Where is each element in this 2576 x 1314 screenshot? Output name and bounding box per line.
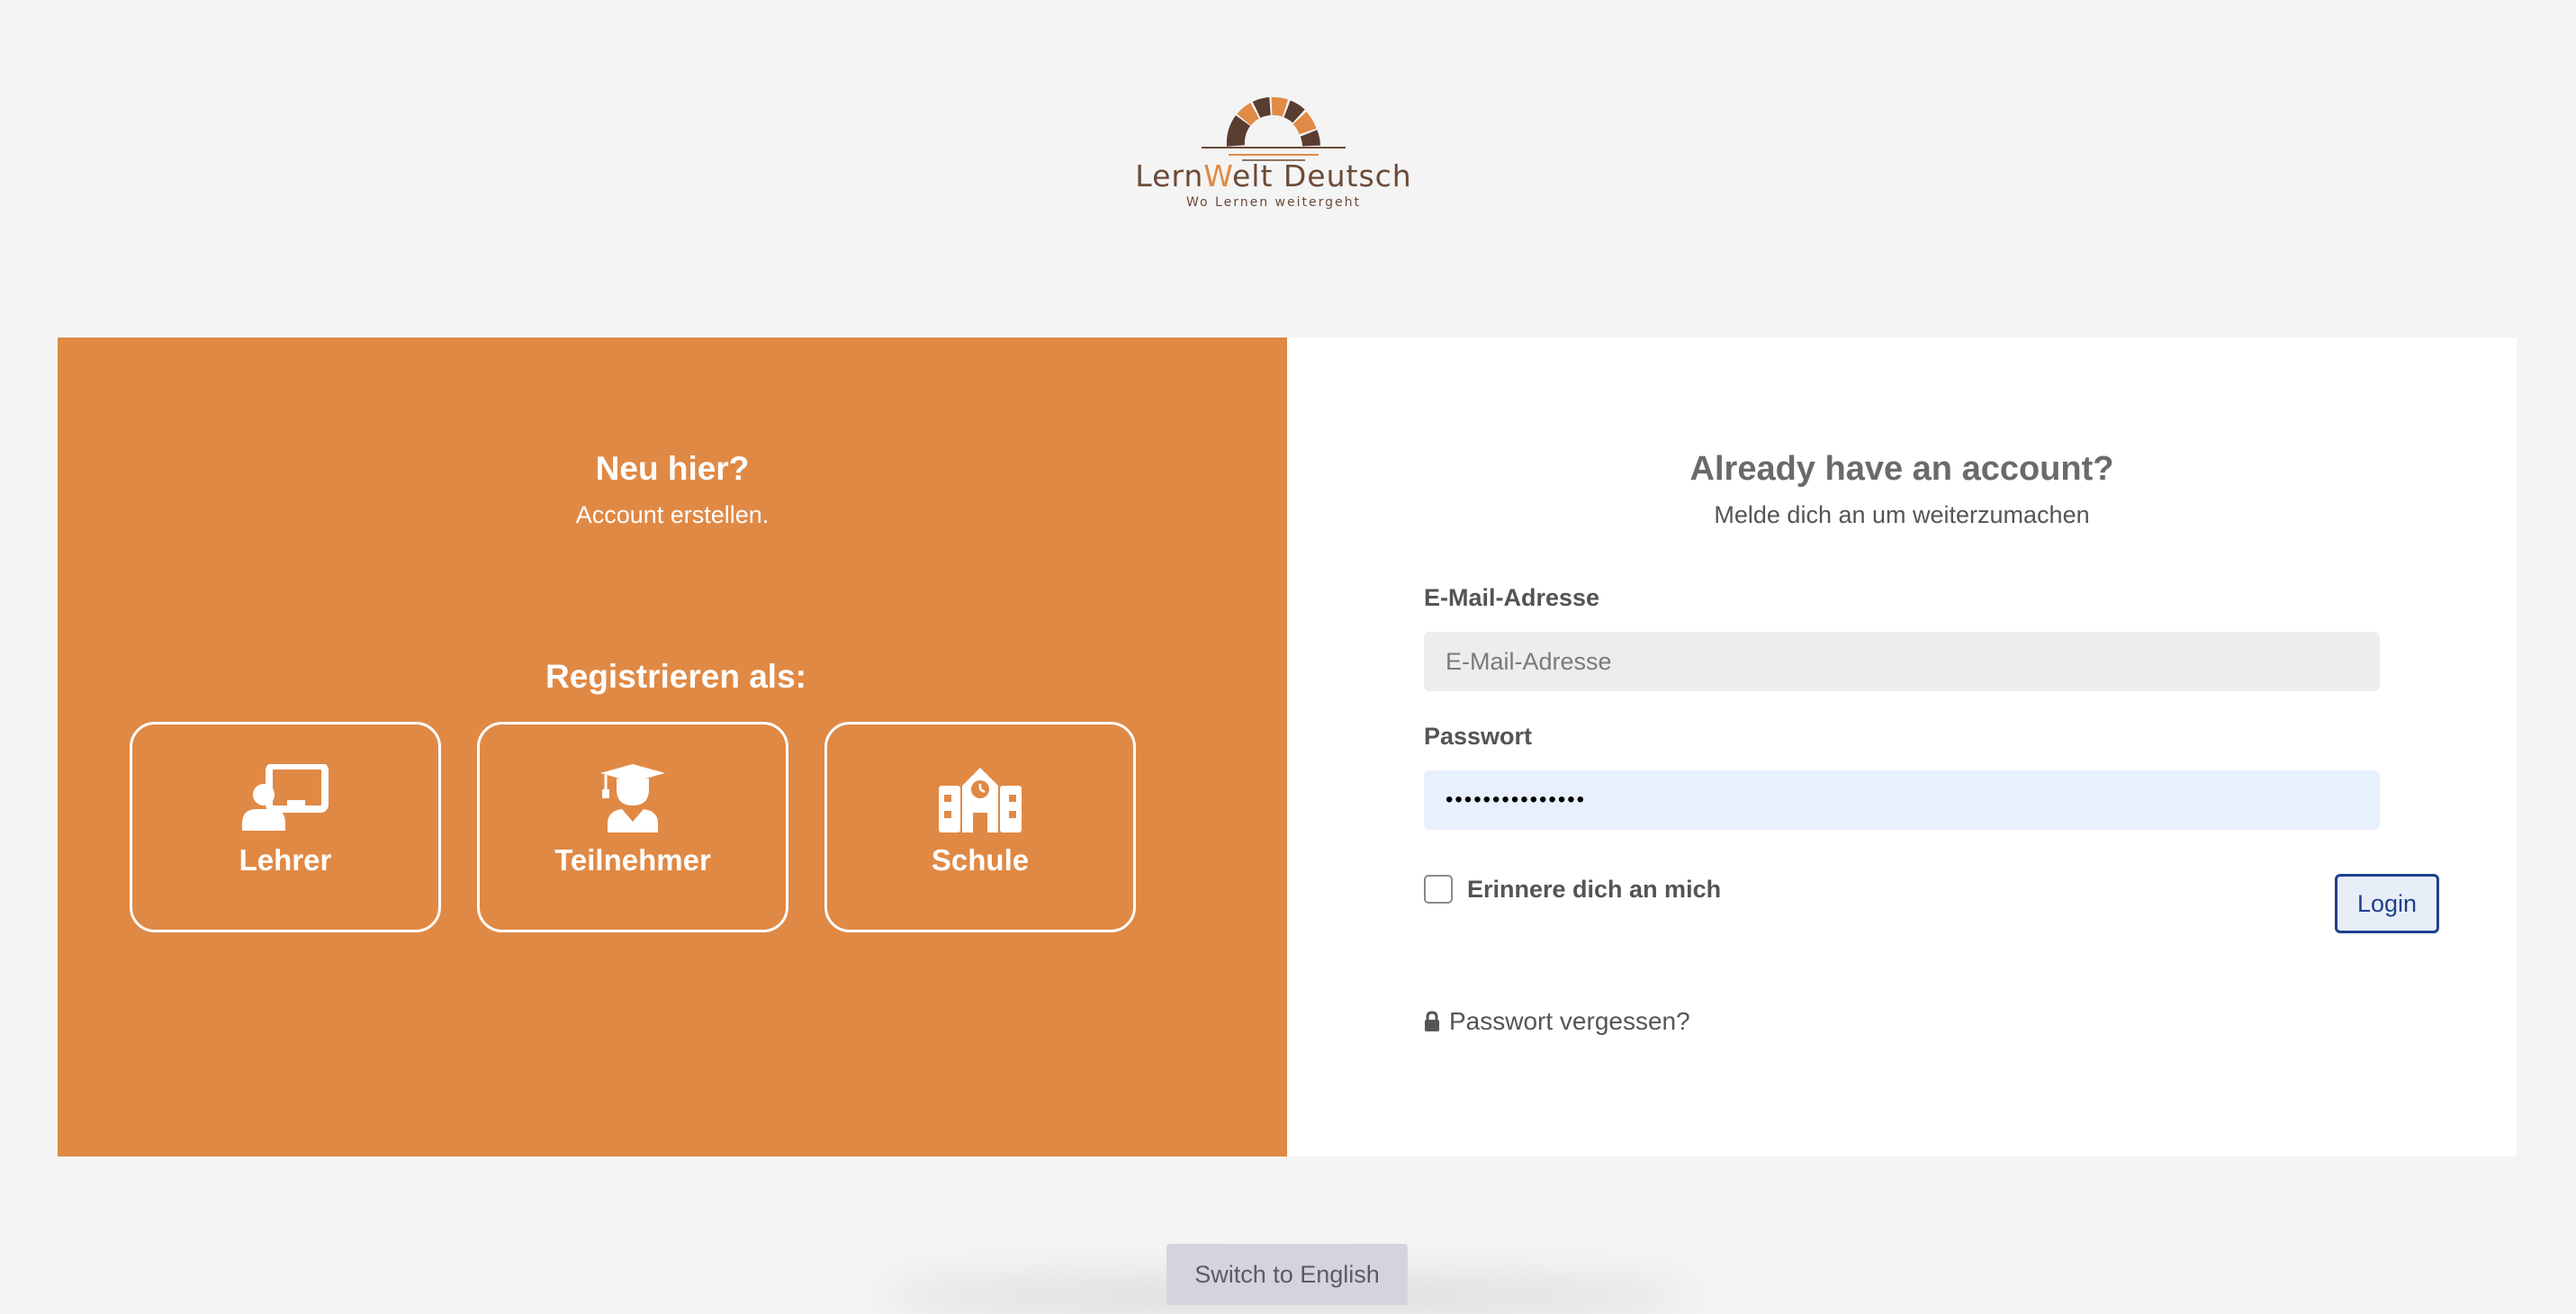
- graduate-icon: [600, 764, 665, 832]
- email-field[interactable]: [1424, 632, 2380, 691]
- brand-tagline: Wo Lernen weitergeht: [1186, 195, 1361, 210]
- login-subtitle: Melde dich an um weiterzumachen: [1714, 501, 2090, 528]
- role-label-teacher: Lehrer: [239, 843, 332, 877]
- password-field[interactable]: [1424, 770, 2380, 830]
- forgot-password-link[interactable]: Passwort vergessen?: [1424, 1007, 1690, 1036]
- register-teacher-button[interactable]: Lehrer: [130, 722, 441, 932]
- brand-logo: LernWelt Deutsch Wo Lernen weitergeht: [1134, 86, 1413, 212]
- role-label-participant: Teilnehmer: [554, 843, 711, 877]
- auth-card: Neu hier? Account erstellen. Registriere…: [58, 338, 2517, 1156]
- register-panel: Neu hier? Account erstellen. Registriere…: [58, 338, 1287, 1156]
- remember-me-checkbox[interactable]: [1424, 875, 1453, 904]
- login-button[interactable]: Login: [2335, 874, 2439, 933]
- password-label: Passwort: [1424, 723, 1533, 750]
- switch-language-button[interactable]: Switch to English: [1166, 1244, 1408, 1305]
- role-options: Lehrer Teilnehmer Schule: [130, 722, 1136, 932]
- register-title: Neu hier?: [595, 450, 750, 487]
- brand-name: LernWelt Deutsch: [1134, 158, 1413, 194]
- remember-me-label: Erinnere dich an mich: [1467, 875, 1722, 903]
- brand-name-part1: Lern: [1135, 158, 1204, 194]
- register-school-button[interactable]: Schule: [824, 722, 1136, 932]
- login-panel: Already have an account? Melde dich an u…: [1287, 338, 2517, 1156]
- email-label: E-Mail-Adresse: [1424, 584, 1600, 611]
- brand-name-accent: W: [1203, 158, 1232, 194]
- login-title: Already have an account?: [1689, 450, 2114, 488]
- role-label-school: Schule: [931, 843, 1030, 877]
- register-as-heading: Registrieren als:: [545, 658, 806, 695]
- teacher-icon: [242, 764, 329, 831]
- school-icon: [939, 768, 1022, 832]
- remember-me[interactable]: Erinnere dich an mich: [1424, 875, 1721, 904]
- forgot-password-label: Passwort vergessen?: [1449, 1007, 1690, 1035]
- brand-name-part2: elt Deutsch: [1232, 158, 1412, 194]
- register-participant-button[interactable]: Teilnehmer: [477, 722, 788, 932]
- register-subtitle: Account erstellen.: [575, 501, 770, 528]
- lock-icon: [1425, 1011, 1439, 1031]
